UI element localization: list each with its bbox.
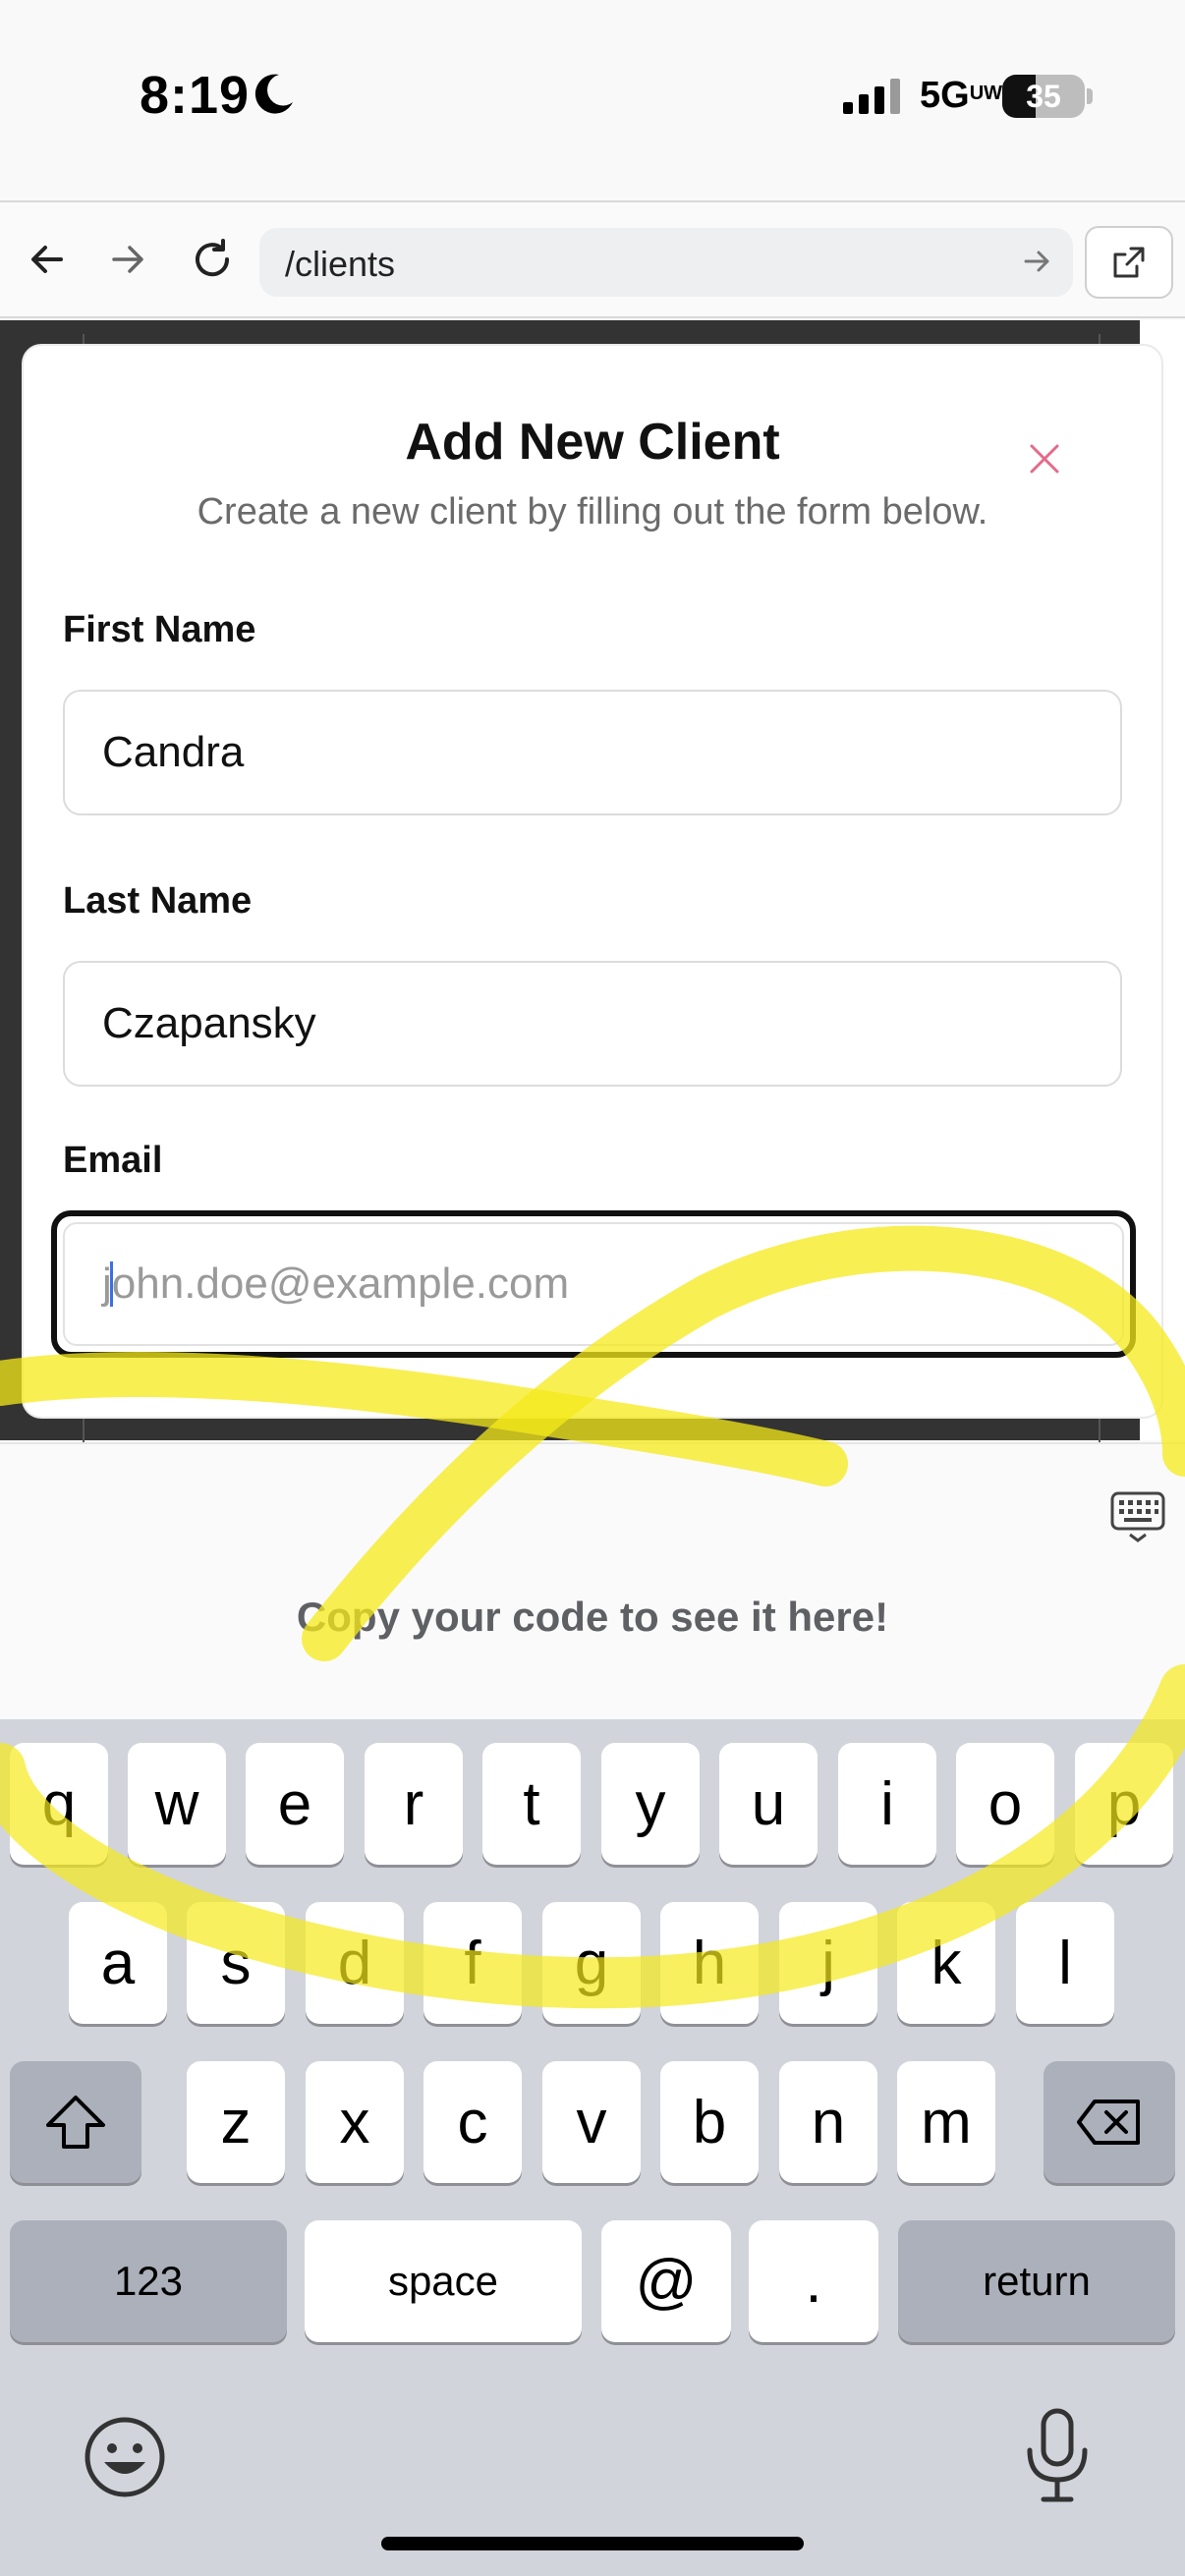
reload-button[interactable] [183, 230, 242, 289]
text-caret [110, 1261, 113, 1307]
shift-key[interactable] [10, 2061, 141, 2183]
key-e[interactable]: e [246, 1743, 344, 1865]
network-indicator: 5GUW [920, 75, 1003, 116]
add-client-modal: Add New Client Create a new client by fi… [24, 346, 1161, 1417]
keyboard-icon[interactable] [1110, 1489, 1165, 1544]
moon-icon [254, 74, 293, 114]
key-h[interactable]: h [660, 1902, 759, 2024]
url-field[interactable]: /clients [259, 228, 1073, 297]
code-panel-message: Copy your code to see it here! [296, 1594, 889, 1640]
return-key[interactable]: return [898, 2220, 1175, 2342]
key-m[interactable]: m [897, 2061, 995, 2183]
url-text: /clients [285, 244, 396, 284]
key-q[interactable]: q [10, 1743, 108, 1865]
space-key[interactable]: space [305, 2220, 582, 2342]
key-o[interactable]: o [956, 1743, 1054, 1865]
external-link-icon [1113, 247, 1145, 278]
go-arrow-icon[interactable] [1020, 240, 1055, 283]
open-external-button[interactable] [1085, 226, 1173, 299]
emoji-icon[interactable] [83, 2415, 167, 2499]
signal-icon [843, 79, 900, 114]
back-button[interactable] [18, 230, 77, 289]
key-u[interactable]: u [719, 1743, 818, 1865]
last-name-value: Czapansky [102, 999, 316, 1047]
key-x[interactable]: x [306, 2061, 404, 2183]
email-input[interactable]: john.doe@example.com [51, 1210, 1136, 1358]
on-screen-keyboard: q w e r t y u i o p a s d f g h j k l z … [0, 1719, 1185, 2576]
last-name-input[interactable]: Czapansky [63, 961, 1122, 1087]
key-k[interactable]: k [897, 1902, 995, 2024]
key-t[interactable]: t [482, 1743, 581, 1865]
backspace-key[interactable] [1044, 2061, 1175, 2183]
battery-level: 35 [1026, 79, 1061, 114]
at-key[interactable]: @ [601, 2220, 731, 2342]
key-n[interactable]: n [779, 2061, 877, 2183]
home-indicator[interactable] [381, 2537, 804, 2550]
back-arrow-icon [31, 246, 63, 273]
backspace-icon [1077, 2100, 1140, 2145]
microphone-icon[interactable] [1022, 2407, 1093, 2505]
key-g[interactable]: g [542, 1902, 641, 2024]
key-w[interactable]: w [128, 1743, 226, 1865]
battery-icon: 35 [1002, 75, 1085, 118]
code-panel [0, 1442, 1185, 1719]
key-p[interactable]: p [1075, 1743, 1173, 1865]
key-j[interactable]: j [779, 1902, 877, 2024]
key-c[interactable]: c [423, 2061, 522, 2183]
key-v[interactable]: v [542, 2061, 641, 2183]
modal-title: Add New Client [405, 414, 780, 471]
key-s[interactable]: s [187, 1902, 285, 2024]
last-name-label: Last Name [63, 880, 253, 922]
email-label: Email [63, 1140, 163, 1181]
forward-arrow-icon [112, 246, 143, 273]
status-bar: 8:19 5GUW 35 [0, 0, 1185, 196]
reload-icon [196, 239, 230, 277]
key-z[interactable]: z [187, 2061, 285, 2183]
period-key[interactable]: . [749, 2220, 878, 2342]
first-name-input[interactable]: Candra [63, 690, 1122, 815]
key-y[interactable]: y [601, 1743, 700, 1865]
key-i[interactable]: i [838, 1743, 936, 1865]
first-name-value: Candra [102, 728, 245, 776]
browser-toolbar: /clients [0, 200, 1185, 318]
close-icon[interactable] [1024, 438, 1065, 479]
key-b[interactable]: b [660, 2061, 759, 2183]
first-name-label: First Name [63, 609, 256, 650]
shift-icon [46, 2096, 105, 2149]
numbers-key[interactable]: 123 [10, 2220, 287, 2342]
status-time: 8:19 [140, 66, 251, 125]
key-a[interactable]: a [69, 1902, 167, 2024]
email-placeholder: john.doe@example.com [102, 1260, 570, 1308]
key-f[interactable]: f [423, 1902, 522, 2024]
key-r[interactable]: r [365, 1743, 463, 1865]
key-l[interactable]: l [1016, 1902, 1114, 2024]
forward-button[interactable] [98, 230, 157, 289]
key-d[interactable]: d [306, 1902, 404, 2024]
modal-subtitle: Create a new client by filling out the f… [197, 491, 988, 532]
